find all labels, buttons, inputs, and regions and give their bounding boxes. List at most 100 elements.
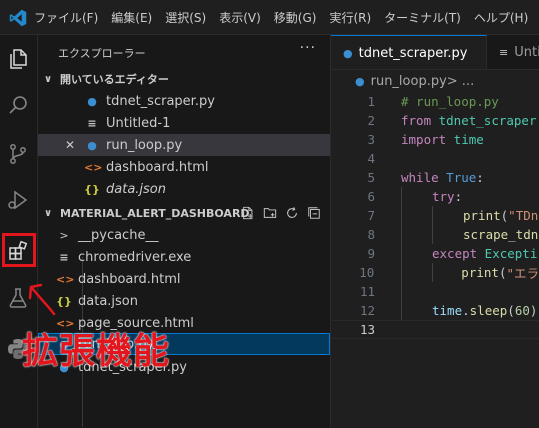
text-file-icon: ≡	[87, 116, 97, 130]
source-control-button[interactable]	[3, 139, 33, 169]
breadcrumb-file[interactable]: run_loop.py	[371, 74, 447, 89]
line-number: 6	[367, 189, 375, 204]
python-file-icon: ●	[355, 74, 365, 88]
refresh-icon[interactable]	[285, 206, 299, 220]
code-token: except	[432, 246, 478, 261]
menu-bar: ファイル(F) 編集(E) 選択(S) 表示(V) 移動(G) 実行(R) ター…	[34, 0, 539, 35]
folder-actions	[241, 202, 321, 224]
code-token: tdnet_scraper	[431, 113, 537, 128]
open-editor-label: dashboard.html	[106, 159, 209, 175]
line-number: 1	[367, 94, 375, 109]
collapse-all-icon[interactable]	[307, 206, 321, 220]
new-folder-icon[interactable]	[263, 206, 277, 220]
python-file-icon: ●	[343, 46, 353, 60]
extensions-highlight-box	[2, 233, 36, 267]
folder-header[interactable]: ∨ MATERIAL_ALERT_DASHBOARD	[38, 202, 330, 224]
code-token: :	[454, 189, 463, 204]
menu-file[interactable]: ファイル(F)	[34, 9, 98, 26]
code-token: print	[463, 208, 501, 223]
json-file-icon: {}	[84, 182, 100, 196]
menu-selection[interactable]: 選択(S)	[165, 9, 206, 26]
open-editor-item[interactable]: ● tdnet_scraper.py	[38, 90, 330, 112]
code-token: (	[500, 208, 509, 223]
tab-untitled[interactable]: ≡ Untitled-1	[487, 35, 539, 69]
menu-edit[interactable]: 編集(E)	[111, 9, 152, 26]
python-file-icon: ●	[87, 94, 97, 108]
code-token: True	[438, 170, 477, 185]
line-number: 7	[367, 208, 375, 223]
line-number: 5	[367, 170, 375, 185]
code-token: "エラ	[506, 266, 539, 281]
breadcrumb-rest[interactable]: > ...	[447, 74, 474, 89]
python-file-icon: ●	[87, 138, 97, 152]
code-line: 10 print("エラ	[331, 263, 539, 282]
folder-tree-item[interactable]: > __pycache__	[38, 224, 330, 246]
open-editor-label: run_loop.py	[106, 137, 183, 153]
line-number: 8	[367, 227, 375, 242]
code-editor[interactable]: 1 # run_loop.py 2 from tdnet_scraper 3 impo…	[331, 92, 539, 428]
more-actions-button[interactable]: ···	[300, 40, 316, 56]
exe-file-icon: ≡	[59, 250, 69, 264]
line-number: 2	[367, 113, 375, 128]
code-token: "TDn	[508, 208, 539, 223]
tree-item-label: chromedriver.exe	[78, 249, 192, 265]
run-debug-icon	[8, 190, 28, 210]
chevron-down-icon: ∨	[44, 73, 53, 85]
tab-tdnet-scraper[interactable]: ● tdnet_scraper.py	[331, 35, 487, 69]
chevron-right-icon: >	[59, 228, 69, 242]
open-editor-item[interactable]: {} data.json	[38, 178, 330, 200]
menu-help[interactable]: ヘルプ(H)	[474, 9, 528, 26]
code-token: .	[462, 303, 470, 318]
line-number: 10	[359, 265, 375, 280]
menu-view[interactable]: 表示(V)	[219, 9, 261, 26]
code-token: (	[498, 265, 507, 280]
new-file-icon[interactable]	[241, 206, 255, 220]
annotation-arrow-icon	[28, 283, 56, 316]
menu-terminal[interactable]: ターミナル(T)	[384, 9, 461, 26]
explorer-title: エクスプローラー	[58, 47, 146, 60]
folder-label: MATERIAL_ALERT_DASHBOARD	[60, 206, 250, 220]
menu-go[interactable]: 移動(G)	[274, 9, 317, 26]
code-token: scrape_tdn	[463, 227, 539, 242]
code-token: time	[432, 303, 463, 318]
code-line: 4	[331, 149, 539, 168]
code-token: 60	[514, 303, 530, 318]
code-line: 12 time. sleep(60)	[331, 301, 539, 320]
source-control-icon	[10, 144, 26, 164]
code-line: 11	[331, 282, 539, 301]
code-line: 1 # run_loop.py	[331, 92, 539, 111]
code-line: 3 import time	[331, 130, 539, 149]
tree-item-label: dashboard.html	[78, 271, 181, 287]
line-number: 3	[367, 132, 375, 147]
folder-tree-item[interactable]: {} data.json	[38, 290, 330, 312]
code-token: import	[401, 132, 447, 147]
line-number: 9	[367, 246, 375, 261]
open-editors-header[interactable]: ∨ 開いているエディター	[38, 68, 330, 90]
code-token: sleep	[469, 303, 508, 318]
explorer-button[interactable]	[3, 44, 33, 74]
open-editors-label: 開いているエディター	[60, 73, 169, 86]
code-line: 5 while True:	[331, 168, 539, 187]
open-editor-item[interactable]: <> dashboard.html	[38, 156, 330, 178]
open-editor-item[interactable]: ≡ Untitled-1	[38, 112, 330, 134]
code-token: while	[401, 170, 439, 185]
run-debug-button[interactable]	[3, 185, 33, 215]
code-line: 8 scrape_tdn	[331, 225, 539, 244]
folder-tree-item[interactable]: <> dashboard.html	[38, 268, 330, 290]
code-token: :	[476, 170, 484, 185]
code-token: Excepti	[477, 246, 538, 261]
open-editor-label: tdnet_scraper.py	[106, 93, 215, 109]
tab-label: Untitled-1	[514, 45, 539, 60]
folder-tree-item[interactable]: ≡ chromedriver.exe	[38, 246, 330, 268]
close-icon[interactable]: ✕	[65, 138, 84, 152]
open-editor-item-active[interactable]: ✕ ● run_loop.py	[38, 134, 330, 156]
menu-run[interactable]: 実行(R)	[329, 9, 371, 26]
extensions-annotation: 拡張機能	[22, 331, 171, 372]
vscode-logo-icon	[9, 9, 27, 27]
line-number: 12	[359, 303, 375, 318]
open-editor-label: data.json	[106, 181, 166, 197]
text-file-icon: ≡	[499, 46, 509, 59]
search-button[interactable]	[3, 90, 33, 120]
search-icon	[9, 96, 27, 114]
tab-label: tdnet_scraper.py	[358, 45, 468, 61]
